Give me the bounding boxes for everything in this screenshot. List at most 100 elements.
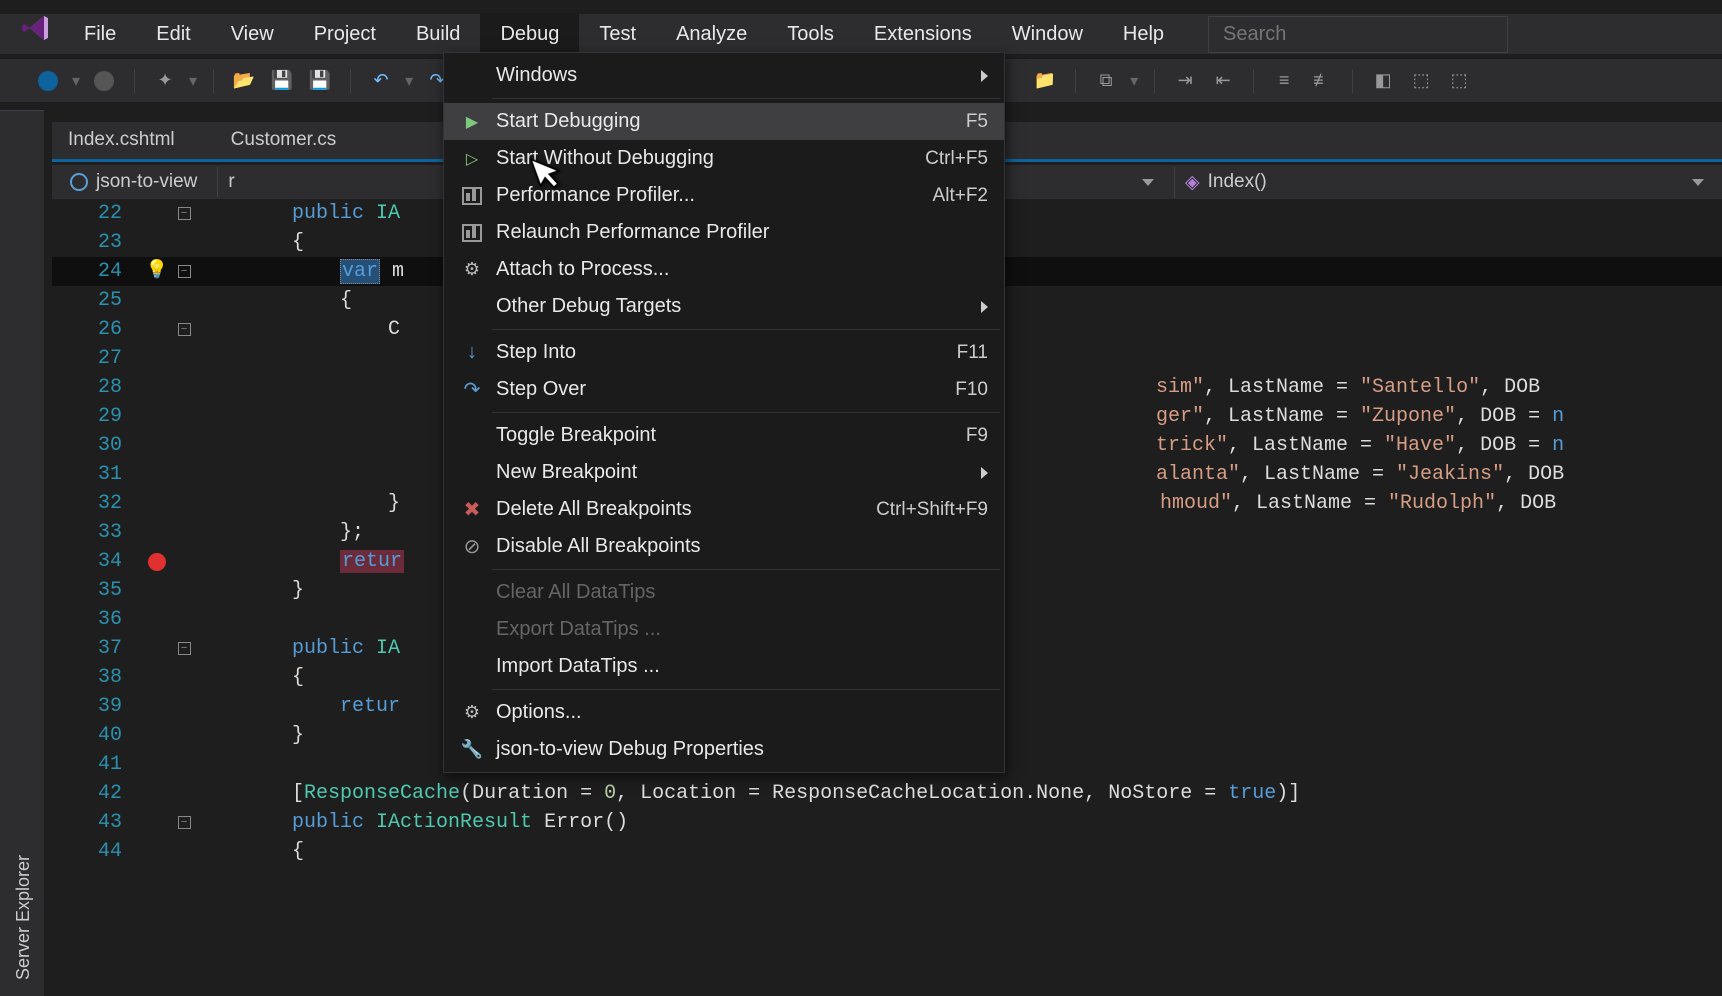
menu-new-breakpoint[interactable]: New Breakpoint	[444, 454, 1004, 491]
method-icon: ◈	[1185, 171, 1200, 194]
dropdown-arrow-icon: ▾	[405, 71, 413, 91]
nav-back-button[interactable]	[34, 67, 62, 95]
debug-menu-dropdown: Windows ▶Start DebuggingF5 ▷Start Withou…	[443, 52, 1005, 773]
menu-attach-process[interactable]: ⚙Attach to Process...	[444, 251, 1004, 288]
play-icon: ▶	[456, 112, 488, 132]
toolbar-icon[interactable]: ⬚	[1407, 67, 1435, 95]
code-text: retur	[340, 550, 404, 573]
menu-window[interactable]: Window	[992, 13, 1103, 56]
fold-icon[interactable]: −	[178, 816, 191, 829]
line-number: 28	[52, 373, 142, 402]
nav-member[interactable]: ◈ Index()	[1174, 167, 1714, 198]
menu-step-into[interactable]: ↓Step IntoF11	[444, 334, 1004, 371]
chevron-down-icon	[1142, 179, 1154, 186]
menu-tools[interactable]: Tools	[767, 13, 854, 56]
code-text: }	[196, 576, 304, 605]
browser-link-button[interactable]: ⧉	[1092, 67, 1120, 95]
vs-logo-icon	[16, 12, 56, 44]
code-text: {	[196, 286, 352, 315]
fold-icon[interactable]: −	[178, 323, 191, 336]
line-number: 42	[52, 779, 142, 808]
menu-options[interactable]: ⚙Options...	[444, 694, 1004, 731]
menu-step-over[interactable]: ↷Step OverF10	[444, 371, 1004, 408]
menu-test[interactable]: Test	[579, 13, 656, 56]
menu-toggle-breakpoint[interactable]: Toggle BreakpointF9	[444, 417, 1004, 454]
profiler-icon	[456, 187, 488, 205]
comment-button[interactable]: ≡	[1270, 67, 1298, 95]
line-number: 41	[52, 750, 142, 779]
search-input[interactable]	[1208, 16, 1508, 53]
line-number: 32	[52, 489, 142, 518]
lightbulb-icon[interactable]: 💡	[146, 257, 168, 286]
indent-button[interactable]: ⇥	[1171, 67, 1199, 95]
menu-start-without-debugging[interactable]: ▷Start Without DebuggingCtrl+F5	[444, 140, 1004, 177]
line-number: 39	[52, 692, 142, 721]
menu-bar: File Edit View Project Build Debug Test …	[0, 14, 1722, 54]
menu-start-debugging[interactable]: ▶Start DebuggingF5	[444, 103, 1004, 140]
left-dock: Server Explorer Toolbox	[0, 110, 44, 996]
server-explorer-tab[interactable]: Server Explorer	[3, 110, 44, 996]
code-text: {	[196, 837, 304, 866]
menu-build[interactable]: Build	[396, 13, 480, 56]
line-number: 22	[52, 199, 142, 228]
code-text: C	[196, 315, 400, 344]
bookmark-button[interactable]: ◧	[1369, 67, 1397, 95]
gear-icon: ⚙	[456, 702, 488, 723]
menu-delete-breakpoints[interactable]: ✖Delete All BreakpointsCtrl+Shift+F9	[444, 491, 1004, 528]
profiler-icon	[456, 224, 488, 242]
breakpoint-icon[interactable]	[148, 553, 166, 571]
code-text	[196, 260, 340, 283]
fold-icon[interactable]: −	[178, 265, 191, 278]
dropdown-arrow-icon: ▾	[189, 71, 197, 91]
submenu-arrow-icon	[981, 467, 988, 479]
code-text: };	[196, 518, 364, 547]
dropdown-arrow-icon: ▾	[72, 71, 80, 91]
undo-button[interactable]: ↶	[367, 67, 395, 95]
toolbox-tab[interactable]: Toolbox	[0, 110, 3, 996]
outdent-button[interactable]: ⇤	[1209, 67, 1237, 95]
menu-export-datatips: Export DataTips ...	[444, 611, 1004, 648]
menu-performance-profiler[interactable]: Performance Profiler...Alt+F2	[444, 177, 1004, 214]
menu-clear-datatips: Clear All DataTips	[444, 574, 1004, 611]
menu-import-datatips[interactable]: Import DataTips ...	[444, 648, 1004, 685]
delete-breakpoint-icon: ✖	[456, 497, 488, 522]
tab-customer-cs[interactable]: Customer.cs	[215, 121, 377, 159]
menu-view[interactable]: View	[211, 13, 294, 56]
menu-help[interactable]: Help	[1103, 13, 1184, 56]
step-over-icon: ↷	[456, 377, 488, 402]
menu-edit[interactable]: Edit	[136, 13, 210, 56]
nav-class-label: r	[228, 171, 234, 193]
menu-debug-properties[interactable]: 🔧json-to-view Debug Properties	[444, 731, 1004, 768]
code-text: }	[196, 721, 304, 750]
line-number: 26	[52, 315, 142, 344]
menu-other-targets[interactable]: Other Debug Targets	[444, 288, 1004, 325]
wrench-icon: 🔧	[456, 739, 488, 760]
menu-project[interactable]: Project	[294, 13, 396, 56]
nav-project-label: json-to-view	[96, 171, 197, 193]
step-into-icon: ↓	[456, 341, 488, 364]
play-outline-icon: ▷	[456, 149, 488, 169]
line-number: 43	[52, 808, 142, 837]
code-text: {	[196, 663, 304, 692]
toolbar-icon[interactable]: ⬚	[1445, 67, 1473, 95]
toolbar-icon[interactable]: 📁	[1031, 67, 1059, 95]
fold-icon[interactable]: −	[178, 642, 191, 655]
menu-disable-breakpoints[interactable]: ⊘Disable All Breakpoints	[444, 528, 1004, 565]
menu-analyze[interactable]: Analyze	[656, 13, 767, 56]
open-file-button[interactable]: 📂	[230, 67, 258, 95]
uncomment-button[interactable]: ≢	[1308, 67, 1336, 95]
nav-forward-button	[90, 67, 118, 95]
menu-windows[interactable]: Windows	[444, 57, 1004, 94]
save-all-button[interactable]: 💾	[306, 67, 334, 95]
menu-relaunch-profiler[interactable]: Relaunch Performance Profiler	[444, 214, 1004, 251]
fold-icon[interactable]: −	[178, 207, 191, 220]
code-text: }	[196, 489, 400, 518]
line-number: 27	[52, 344, 142, 373]
nav-project[interactable]: json-to-view	[60, 167, 207, 197]
menu-debug[interactable]: Debug	[480, 13, 579, 56]
save-button[interactable]: 💾	[268, 67, 296, 95]
tab-index-cshtml[interactable]: Index.cshtml	[52, 121, 215, 159]
menu-extensions[interactable]: Extensions	[854, 13, 992, 56]
new-item-button[interactable]: ✦	[151, 67, 179, 95]
menu-file[interactable]: File	[64, 13, 136, 56]
